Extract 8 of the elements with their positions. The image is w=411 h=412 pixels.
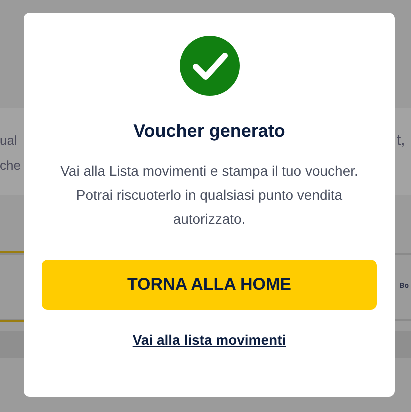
home-button[interactable]: TORNA ALLA HOME — [42, 260, 377, 310]
checkmark-icon — [180, 36, 240, 96]
dialog-message: Vai alla Lista movimenti e stampa il tuo voucher. Potrai riscuoterlo in qualsiasi punto vendita autorizzato. — [60, 162, 360, 229]
background-text: che — [0, 157, 21, 175]
dialog-title: Voucher generato — [134, 120, 286, 143]
background-text: ual — [0, 132, 18, 150]
background-text: t, — [397, 131, 406, 151]
movements-link[interactable]: Vai alla lista movimenti — [132, 330, 286, 351]
